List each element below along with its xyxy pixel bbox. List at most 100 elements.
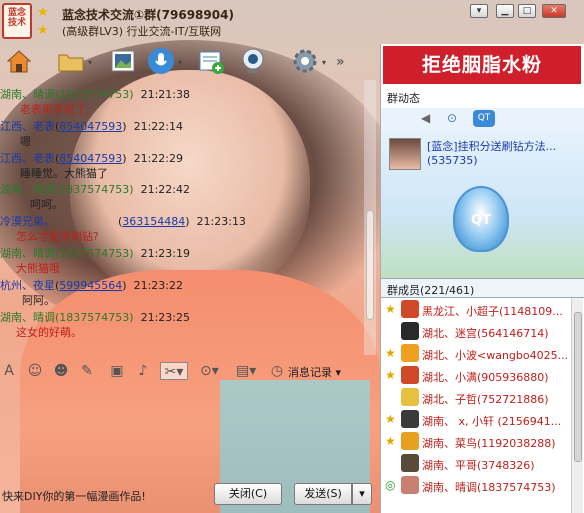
microphone-icon [148,48,174,74]
avatar [401,366,419,384]
members-count: 群成员(221/461) [387,284,475,297]
minimize-button[interactable]: ▁ [496,4,514,18]
star-icon: ★ [37,5,49,20]
chevron-down-icon[interactable]: ▾ [178,58,182,67]
chevron-down-icon[interactable]: ▾ [88,58,92,67]
member-row[interactable]: ★ 湖北、小满(905936880) [381,364,571,386]
group-album-button[interactable] [108,46,138,76]
ad-link[interactable]: 快来DIY你的第一幅漫画作品! [2,488,146,504]
emoji-icon[interactable]: ☺ [26,362,44,380]
chat-bubble-icon: ◎ [385,478,396,492]
member-name: 湖北、子哲(752721886) [422,393,549,406]
message-header: 湖南、晴调(1837574753) 21:23:25 [0,311,190,324]
history-label: 消息记录 [288,366,332,379]
member-row[interactable]: ★ 湖北、小波<wangbo4025... [381,342,571,364]
member-name: 湖北、迷宫(564146714) [422,327,549,340]
video-button[interactable] [238,46,268,76]
message-header: 冷漠兄弟。 (363154484) 21:23:13 [0,215,246,228]
scrollbar-thumb[interactable] [366,210,374,320]
voice-chat-button[interactable] [146,46,176,76]
admin-star-icon: ★ [385,412,396,426]
member-name: 湖南、菜鸟(1192038288) [422,437,556,450]
message-header: 湖南、晴调(1837574753) 21:21:38 [0,88,190,101]
member-row[interactable]: ★ 黑龙江、小超子(1148109... [381,298,571,320]
speaker-icon[interactable]: ◀ [421,111,430,125]
star-icon: ★ [37,23,49,38]
chat-footer: 快来DIY你的第一幅漫画作品! 关闭(C) 发送(S) ▾ [0,480,380,508]
group-notice-button[interactable] [196,46,226,76]
maximize-button[interactable]: □ [518,4,536,18]
message-header: 杭州、夜星(599945564) 21:23:22 [0,279,183,292]
shake-icon[interactable]: ▤▾ [236,362,256,380]
clock-icon: ◷ [270,363,284,379]
member-list-scrollbar[interactable] [571,298,583,513]
doodle-icon[interactable]: ✎ [78,362,96,380]
members-header: 群成员(221/461) [381,278,584,298]
home-icon [6,50,32,73]
message-header: 江西、老表(854047593) 21:22:14 [0,120,183,133]
message-body: 怎么才能学刷钻? [16,230,99,243]
more-tools-button[interactable]: » [336,54,345,70]
member-name: 湖南、 x, 小轩 (2156941... [422,415,562,428]
message-header: 湖南、晴调(1837574753) 21:23:19 [0,247,190,260]
notice-icon [199,51,224,74]
group-post-link[interactable]: [蓝念]挂积分送刷钻方法... [427,138,556,154]
music-icon[interactable]: ♪ [134,362,152,380]
group-news-card[interactable]: [蓝念]挂积分送刷钻方法... (535735) QT [381,130,584,278]
close-window-button[interactable]: ✕ [542,4,566,18]
group-side-panel: 拒绝胭脂水粉 群动态 ◀ ⊙ QT [蓝念]挂积分送刷钻方法... (53573… [380,44,584,513]
qt-voice-icon[interactable]: QT [453,186,509,252]
send-options-button[interactable]: ▾ [352,483,372,505]
admin-star-icon: ★ [385,368,396,382]
send-button[interactable]: 发送(S) [294,483,352,505]
window-title: 蓝念技术交流①群(79698904) [62,8,234,22]
qt-tab[interactable]: QT [473,110,495,127]
share-files-button[interactable] [56,46,86,76]
ink-icon[interactable]: ⊙▾ [200,362,219,380]
member-row[interactable]: ★ 湖南、菜鸟(1192038288) [381,430,571,452]
scrollbar-thumb[interactable] [574,312,582,462]
chevron-down-icon[interactable]: ▾ [322,58,326,67]
member-row[interactable]: 湖北、子哲(752721886) [381,386,571,408]
image-icon[interactable]: ▣ [108,362,126,380]
message-body: 大熊猫哦 [16,262,60,275]
group-news-title: 群动态 [387,92,420,105]
message-body: 老表用手机了, [20,103,90,116]
menu-dropdown-button[interactable]: ▾ [470,4,488,18]
screenshot-scissors-icon[interactable]: ✂▾ [160,362,188,380]
avatar [401,476,419,494]
admin-star-icon: ★ [385,346,396,360]
message-body: 睡睡觉。大熊猫了 [20,167,108,180]
member-name: 湖南、晴调(1837574753) [422,481,556,494]
member-row[interactable]: 湖南、平哥(3748326) [381,452,571,474]
member-list[interactable]: ★ 黑龙江、小超子(1148109... 湖北、迷宫(564146714) ★ … [381,298,571,513]
chat-scrollbar[interactable] [364,80,376,355]
folder-icon [58,54,84,72]
group-home-button[interactable] [4,46,34,76]
message-body: 嗯 [20,135,31,148]
search-icon[interactable]: ⊙ [447,111,457,125]
ad-banner[interactable]: 拒绝胭脂水粉 [383,46,581,84]
member-row[interactable]: ★ 湖南、 x, 小轩 (2156941... [381,408,571,430]
avatar [401,300,419,318]
settings-button[interactable] [290,46,320,76]
member-name: 湖北、小波<wangbo4025... [422,349,569,362]
group-news-tools: ◀ ⊙ QT [381,108,584,130]
chat-history[interactable]: 湖南、晴调(1837574753) 21:21:38 老表用手机了, 江西、老表… [0,80,376,355]
member-row[interactable]: ◎ 湖南、晴调(1837574753) [381,474,571,496]
message-body: 这女的好萌。 [16,326,82,339]
title-bar[interactable]: 蓝念技术 ★ ★ 蓝念技术交流①群(79698904) (高级群LV3) 行业交… [0,0,584,44]
member-name: 湖南、平哥(3748326) [422,459,535,472]
avatar [401,322,419,340]
avatar [401,388,419,406]
group-post-id: (535735) [427,154,478,167]
font-icon[interactable]: A [0,362,18,380]
chevron-down-icon: ▾ [359,487,365,500]
magic-face-icon[interactable]: ☻ [52,362,70,380]
format-toolbar: A ☺ ☻ ✎ ▣ ♪ ✂▾ ⊙▾ ▤▾ ◷ 消息记录 ▾ [0,356,376,386]
message-history-button[interactable]: 消息记录 ▾ [288,364,341,380]
close-button[interactable]: 关闭(C) [214,483,282,505]
member-row[interactable]: 湖北、迷宫(564146714) [381,320,571,342]
message-header: 湖南、晴调(1837574753) 21:22:42 [0,183,190,196]
gear-icon [293,49,317,73]
